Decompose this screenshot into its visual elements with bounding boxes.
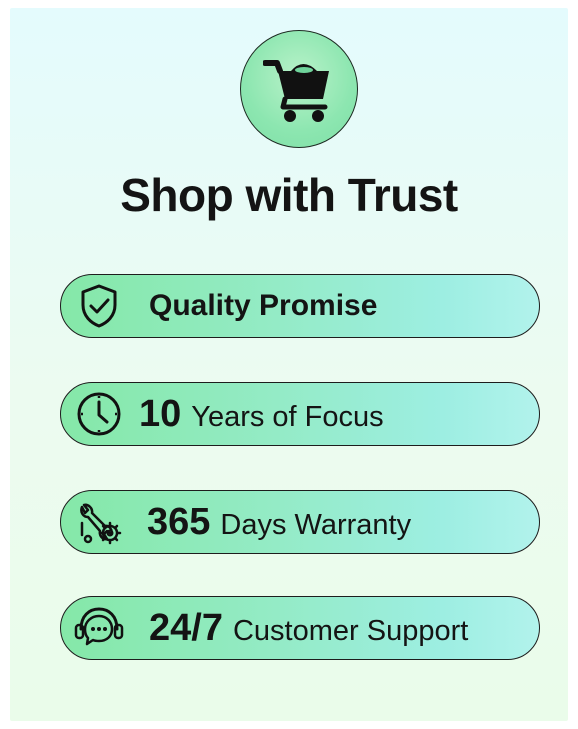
- shopping-cart-icon: [263, 60, 329, 122]
- feature-number: 24/7: [149, 606, 223, 649]
- wrench-gear-icon: [71, 494, 127, 550]
- feature-number: 365: [147, 500, 211, 543]
- feature-label: Years of Focus: [191, 400, 384, 433]
- feature-number: 10: [139, 392, 182, 435]
- feature-label: Customer Support: [232, 614, 469, 647]
- feature-customer-support: 24/7 Customer Support: [60, 596, 540, 660]
- clock-icon: [71, 386, 127, 442]
- feature-label: Days Warranty: [220, 508, 412, 541]
- trust-card: Shop with Trust Quality Promise 10 Years…: [10, 8, 568, 721]
- logo-badge: [240, 30, 358, 148]
- feature-days-warranty: 365 Days Warranty: [60, 490, 540, 554]
- page-title: Shop with Trust: [120, 169, 458, 221]
- feature-quality-promise: Quality Promise: [60, 274, 540, 338]
- shield-check-icon: [71, 278, 127, 334]
- headset-chat-icon: [71, 600, 127, 656]
- feature-label: Quality Promise: [149, 289, 378, 322]
- feature-years-of-focus: 10 Years of Focus: [60, 382, 540, 446]
